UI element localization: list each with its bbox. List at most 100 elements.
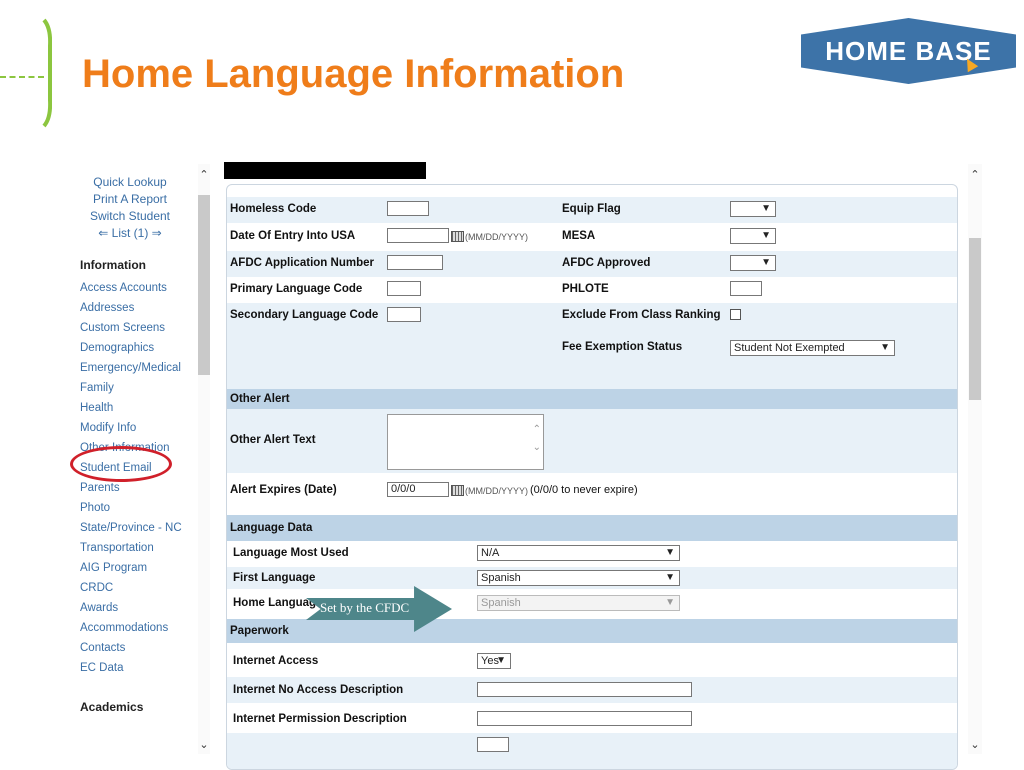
print-report-link[interactable]: Print A Report: [70, 191, 210, 208]
sidebar-top-links: Quick Lookup Print A Report Switch Stude…: [70, 174, 210, 242]
sidebar-item-modify-info[interactable]: Modify Info: [80, 418, 210, 438]
no-access-desc-label: Internet No Access Description: [233, 684, 404, 696]
chevron-down-icon: ▼: [665, 572, 675, 583]
primary-lang-code-input[interactable]: [387, 281, 421, 296]
phlote-label: PHLOTE: [562, 283, 609, 295]
expire-note: (0/0/0 to never expire): [530, 484, 638, 496]
form-row: Fee Exemption Status Student Not Exempte…: [227, 329, 957, 389]
section-header-other-alert: Other Alert: [227, 389, 957, 409]
fee-exemption-label: Fee Exemption Status: [562, 341, 683, 353]
other-alert-heading: Other Alert: [230, 393, 290, 405]
decorative-dash-line: [0, 76, 44, 78]
sidebar-item-access-accounts[interactable]: Access Accounts: [80, 278, 210, 298]
sidebar-item-contacts[interactable]: Contacts: [80, 638, 210, 658]
textarea-scroll-icon[interactable]: ⌃ ⌄: [533, 421, 541, 457]
calendar-icon[interactable]: [451, 231, 464, 242]
sidebar-item-crdc[interactable]: CRDC: [80, 578, 210, 598]
main-scroll-down-icon[interactable]: ⌄: [969, 738, 981, 751]
chevron-down-icon: ▼: [761, 257, 771, 268]
sidebar-item-health[interactable]: Health: [80, 398, 210, 418]
chevron-down-icon: ▼: [761, 230, 771, 241]
first-language-label: First Language: [233, 572, 316, 584]
afdc-app-number-label: AFDC Application Number: [230, 257, 374, 269]
sidebar-scroll-thumb[interactable]: [198, 195, 210, 375]
other-alert-textarea[interactable]: ⌃ ⌄: [387, 414, 544, 470]
other-alert-text-label: Other Alert Text: [230, 434, 316, 446]
alert-expires-input[interactable]: 0/0/0: [387, 482, 449, 497]
partial-input[interactable]: [477, 737, 509, 752]
sidebar-item-demographics[interactable]: Demographics: [80, 338, 210, 358]
sidebar-item-ec-data[interactable]: EC Data: [80, 658, 210, 678]
redacted-student-name: [224, 162, 426, 179]
section-header-language-data: Language Data: [227, 515, 957, 541]
afdc-approved-select[interactable]: ▼: [730, 255, 776, 271]
internet-access-label: Internet Access: [233, 655, 319, 667]
date-entry-usa-label: Date Of Entry Into USA: [230, 230, 356, 242]
no-access-desc-input[interactable]: [477, 682, 692, 697]
equip-flag-label: Equip Flag: [562, 203, 621, 215]
permission-desc-label: Internet Permission Description: [233, 713, 407, 725]
exclude-class-rank-label: Exclude From Class Ranking: [562, 309, 721, 321]
chevron-down-icon: ▼: [665, 547, 675, 558]
form-row-partial: [227, 733, 957, 769]
sidebar-heading-information: Information: [80, 258, 146, 272]
main-scroll-thumb[interactable]: [969, 238, 981, 400]
sidebar-item-state-province[interactable]: State/Province - NC: [80, 518, 210, 538]
language-most-used-select[interactable]: N/A ▼: [477, 545, 680, 561]
language-data-heading: Language Data: [230, 522, 313, 534]
equip-flag-select[interactable]: ▼: [730, 201, 776, 217]
afdc-app-number-input[interactable]: [387, 255, 443, 270]
permission-desc-input[interactable]: [477, 711, 692, 726]
language-form-panel: Homeless Code Equip Flag ▼ Date Of Entry…: [226, 184, 958, 770]
form-row: Primary Language Code PHLOTE: [227, 277, 957, 303]
homeless-code-input[interactable]: [387, 201, 429, 216]
sidebar-scroll-down-icon[interactable]: ⌄: [198, 738, 210, 751]
sidebar-item-addresses[interactable]: Addresses: [80, 298, 210, 318]
form-row: AFDC Application Number AFDC Approved ▼: [227, 251, 957, 277]
chevron-down-icon: ▼: [496, 655, 506, 666]
quick-lookup-link[interactable]: Quick Lookup: [70, 174, 210, 191]
fee-exemption-select[interactable]: Student Not Exempted ▼: [730, 340, 895, 356]
date-format-hint: (MM/DD/YYYY): [465, 486, 528, 496]
list-nav-link[interactable]: ⇐ List (1) ⇒: [70, 225, 210, 242]
main-scroll-up-icon[interactable]: ⌃: [969, 168, 981, 181]
home-base-logo: HOME BASE: [801, 18, 1016, 84]
form-row: Language Most Used N/A ▼: [227, 541, 957, 567]
sidebar-heading-academics: Academics: [80, 700, 144, 714]
sidebar-item-photo[interactable]: Photo: [80, 498, 210, 518]
alert-expires-label: Alert Expires (Date): [230, 484, 337, 496]
sidebar-item-parents[interactable]: Parents: [80, 478, 210, 498]
first-language-select[interactable]: Spanish ▼: [477, 570, 680, 586]
phlote-input[interactable]: [730, 281, 762, 296]
afdc-approved-label: AFDC Approved: [562, 257, 651, 269]
mesa-label: MESA: [562, 230, 596, 242]
callout-text: Set by the CFDC: [320, 600, 410, 615]
sidebar-item-aig-program[interactable]: AIG Program: [80, 558, 210, 578]
switch-student-link[interactable]: Switch Student: [70, 208, 210, 225]
language-most-used-label: Language Most Used: [233, 547, 349, 559]
sidebar-scroll-up-icon[interactable]: ⌃: [198, 168, 210, 181]
date-format-hint: (MM/DD/YYYY): [465, 232, 528, 242]
secondary-lang-code-label: Secondary Language Code: [230, 309, 379, 321]
homeless-code-label: Homeless Code: [230, 203, 317, 215]
sidebar-item-custom-screens[interactable]: Custom Screens: [80, 318, 210, 338]
form-row: Homeless Code Equip Flag ▼: [227, 197, 957, 223]
mesa-select[interactable]: ▼: [730, 228, 776, 244]
chevron-down-icon: ▼: [761, 203, 771, 214]
sidebar-item-accommodations[interactable]: Accommodations: [80, 618, 210, 638]
paperwork-heading: Paperwork: [230, 625, 289, 637]
form-row: Internet No Access Description: [227, 677, 957, 703]
sidebar-item-awards[interactable]: Awards: [80, 598, 210, 618]
date-entry-usa-input[interactable]: [387, 228, 449, 243]
exclude-class-rank-checkbox[interactable]: [730, 309, 741, 320]
sidebar-item-transportation[interactable]: Transportation: [80, 538, 210, 558]
form-row: Internet Permission Description: [227, 703, 957, 733]
chevron-down-icon: ▼: [665, 597, 675, 608]
calendar-icon[interactable]: [451, 485, 464, 496]
form-row: Date Of Entry Into USA (MM/DD/YYYY) MESA…: [227, 223, 957, 251]
secondary-lang-code-input[interactable]: [387, 307, 421, 322]
sidebar-item-emergency-medical[interactable]: Emergency/Medical: [80, 358, 210, 378]
form-row: Other Alert Text ⌃ ⌄: [227, 409, 957, 473]
internet-access-select[interactable]: Yes ▼: [477, 653, 511, 669]
sidebar-item-family[interactable]: Family: [80, 378, 210, 398]
